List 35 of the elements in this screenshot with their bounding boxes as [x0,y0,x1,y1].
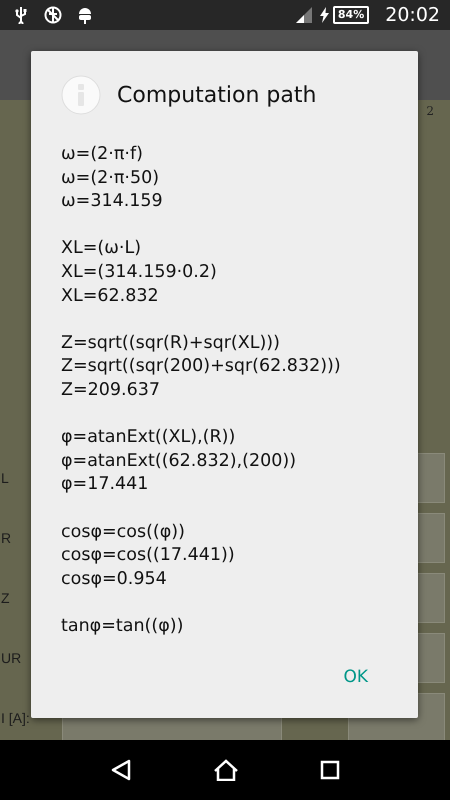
field-label: R [0,528,12,548]
ok-button[interactable]: OK [335,660,376,694]
field-label: I [A]: [0,708,31,728]
formula-line: tanφ=tan((φ)) [61,614,184,638]
back-icon[interactable] [110,759,132,781]
recents-icon[interactable] [320,760,340,780]
formula-line: cosφ=cos((17.441)) [61,544,236,568]
formula-line: cosφ=0.954 [61,568,168,591]
signal-icon [296,7,312,23]
dialog-title: Computation path [117,82,316,110]
formula-line: XL=(314.159·0.2) [61,260,218,284]
battery-indicator: 84% [332,6,370,24]
formula-line: cosφ=cos((φ)) [61,520,186,544]
formula-line: Z=209.637 [61,378,162,402]
formula-line: ω=(2·π·f) [61,143,144,166]
formula-line: XL=(ω·L) [61,237,142,260]
field-label: UR [0,648,22,668]
clock: 20:02 [385,2,440,28]
info-icon [61,75,101,115]
formula-line: φ=atanExt((XL),(R)) [61,426,236,450]
blocked-globe-icon [44,6,62,24]
formula-line: XL=62.832 [61,284,160,308]
formula-line: φ=17.441 [61,473,150,496]
superscript-text: 2 [426,103,434,120]
android-icon [78,6,92,24]
formula-line: ω=(2·π·50) [61,166,160,190]
formula-line: Z=sqrt((sqr(R)+sqr(XL))) [61,332,281,355]
formula-line: φ=atanExt((62.832),(200)) [61,450,298,473]
field-label: L [0,468,10,488]
charging-icon [320,7,329,23]
field-label: Z [0,588,11,608]
formula-line: Z=sqrt((sqr(200)+sqr(62.832))) [61,355,342,378]
formula-line: ω=314.159 [61,190,164,214]
home-icon[interactable] [212,759,239,781]
usb-icon [14,6,28,24]
